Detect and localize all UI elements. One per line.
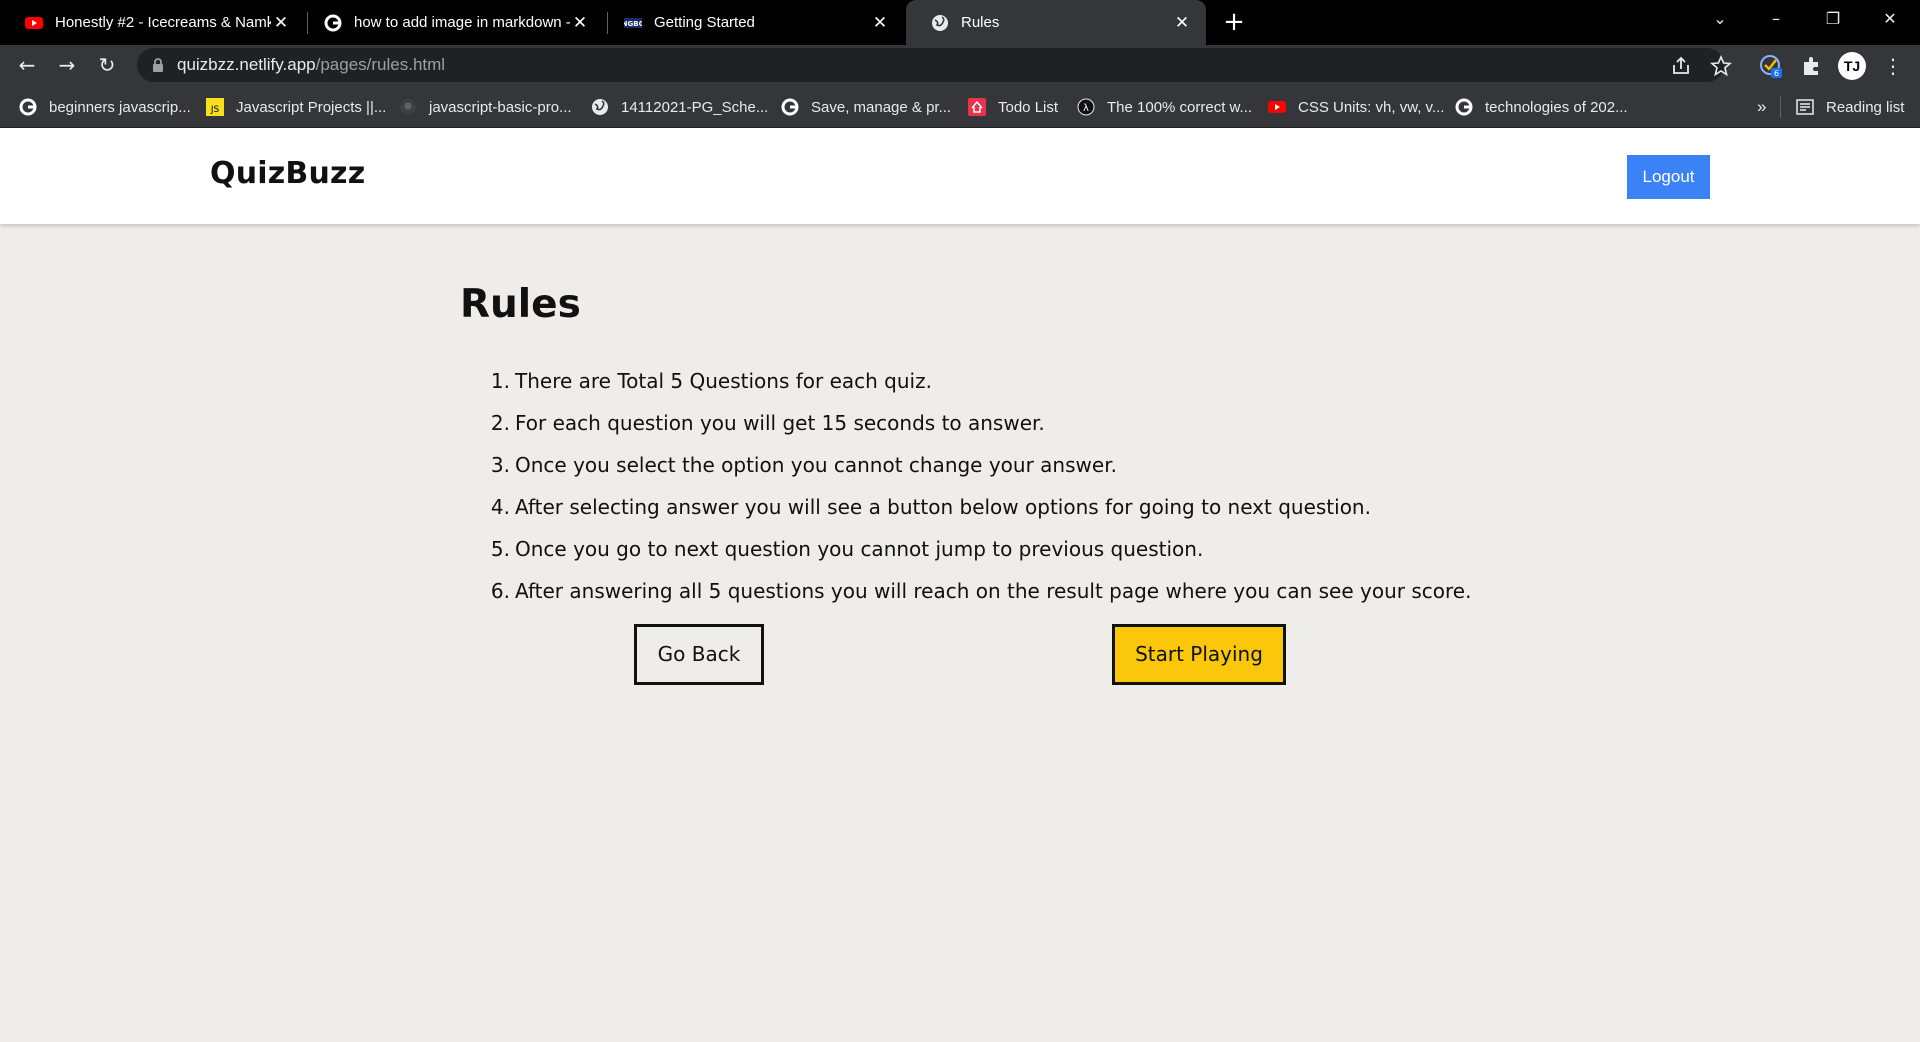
tab-title: Getting Started bbox=[654, 14, 755, 31]
bookmarks-overflow-button[interactable]: » bbox=[1757, 86, 1766, 128]
address-bar[interactable]: quizbzz.netlify.app/pages/rules.html bbox=[137, 48, 1732, 82]
kebab-menu-icon[interactable]: ⋮ bbox=[1880, 51, 1906, 81]
google-icon bbox=[19, 98, 37, 116]
list-item: 3. Once you select the option you cannot … bbox=[485, 444, 1471, 486]
bookmark-label: javascript-basic-pro... bbox=[429, 98, 572, 116]
bookmark-item[interactable]: CSS Units: vh, vw, v... bbox=[1268, 86, 1444, 128]
rule-number: 2. bbox=[490, 411, 510, 435]
reading-list-icon bbox=[1796, 99, 1814, 115]
back-button[interactable]: ← bbox=[12, 50, 42, 80]
tab-rules[interactable]: Rules ✕ bbox=[906, 0, 1206, 45]
url-text: quizbzz.netlify.app/pages/rules.html bbox=[177, 48, 445, 82]
bookmark-item[interactable]: Save, manage & pr... bbox=[781, 86, 951, 128]
bookmark-item[interactable]: beginners javascrip... bbox=[19, 86, 191, 128]
bookmark-item[interactable]: JS Javascript Projects ||... bbox=[206, 86, 386, 128]
tab-getting-started[interactable]: NGBG Getting Started ✕ bbox=[599, 0, 904, 45]
new-tab-button[interactable]: + bbox=[1218, 6, 1250, 38]
bookmark-label: technologies of 202... bbox=[1485, 98, 1628, 116]
rule-number: 4. bbox=[490, 495, 510, 519]
tab-youtube[interactable]: Honestly #2 - Icecreams & Namk ✕ bbox=[0, 0, 305, 45]
site-header: QuizBuzz Logout bbox=[0, 128, 1920, 224]
browser-toolbar: ← → ↻ quizbzz.netlify.app/pages/rules.ht… bbox=[0, 45, 1920, 86]
google-icon bbox=[1455, 98, 1473, 116]
rule-text: There are Total 5 Questions for each qui… bbox=[515, 369, 932, 393]
rule-number: 5. bbox=[490, 537, 510, 561]
tab-google-search[interactable]: how to add image in markdown - ✕ bbox=[299, 0, 604, 45]
bookmark-item[interactable]: 14112021-PG_Sche... bbox=[591, 86, 768, 128]
restore-button[interactable]: ❐ bbox=[1813, 0, 1853, 40]
globe-icon bbox=[592, 99, 608, 115]
rule-number: 1. bbox=[490, 369, 510, 393]
close-icon[interactable]: ✕ bbox=[1172, 13, 1192, 33]
minimize-button[interactable]: – bbox=[1756, 0, 1796, 40]
rule-text: After selecting answer you will see a bu… bbox=[515, 495, 1371, 519]
list-item: 5. Once you go to next question you canno… bbox=[485, 528, 1471, 570]
page-title: Rules bbox=[460, 282, 581, 327]
svg-text:JS: JS bbox=[210, 105, 220, 115]
rules-list: 1. There are Total 5 Questions for each q… bbox=[485, 360, 1472, 612]
reload-button[interactable]: ↻ bbox=[92, 50, 122, 80]
tab-search-icon[interactable]: ⌄ bbox=[1700, 0, 1740, 40]
rule-text: Once you go to next question you cannot … bbox=[515, 537, 1204, 561]
bookmark-label: CSS Units: vh, vw, v... bbox=[1298, 98, 1445, 116]
rule-number: 6. bbox=[490, 579, 510, 603]
extension-badge: 6 bbox=[1774, 69, 1779, 78]
google-icon bbox=[324, 14, 342, 31]
brand-logo[interactable]: QuizBuzz bbox=[210, 156, 365, 191]
ngbg-icon: NGBG bbox=[624, 17, 642, 28]
svg-text:NGBG: NGBG bbox=[624, 20, 642, 28]
bookmark-label: The 100% correct w... bbox=[1107, 98, 1253, 116]
close-window-button[interactable]: ✕ bbox=[1870, 0, 1910, 40]
go-back-button[interactable]: Go Back bbox=[634, 624, 764, 685]
bookmark-star-icon[interactable] bbox=[1710, 55, 1732, 77]
url-path: /pages/rules.html bbox=[315, 55, 446, 74]
share-icon[interactable] bbox=[1670, 55, 1692, 77]
logout-button[interactable]: Logout bbox=[1627, 155, 1710, 199]
bookmark-item[interactable]: Todo List bbox=[968, 86, 1058, 128]
tab-title: Honestly #2 - Icecreams & Namk bbox=[55, 14, 271, 31]
list-item: 1. There are Total 5 Questions for each q… bbox=[485, 360, 1471, 402]
close-icon[interactable]: ✕ bbox=[870, 13, 890, 33]
rule-text: Once you select the option you cannot ch… bbox=[515, 453, 1117, 477]
lock-icon bbox=[153, 58, 163, 72]
todo-icon bbox=[968, 98, 986, 116]
tab-title: how to add image in markdown - bbox=[354, 14, 570, 31]
url-host: quizbzz.netlify.app bbox=[177, 55, 316, 74]
bookmarks-divider bbox=[1780, 96, 1781, 118]
forward-button[interactable]: → bbox=[52, 50, 82, 80]
js-icon: JS bbox=[206, 98, 224, 116]
bookmark-label: Save, manage & pr... bbox=[811, 98, 952, 116]
rule-number: 3. bbox=[490, 453, 510, 477]
youtube-icon bbox=[25, 16, 43, 29]
bookmark-item[interactable]: technologies of 202... bbox=[1455, 86, 1628, 128]
list-item: 6. After answering all 5 questions you wi… bbox=[485, 570, 1472, 612]
task-extension-icon[interactable]: 6 bbox=[1759, 54, 1783, 78]
bookmark-label: Javascript Projects ||... bbox=[236, 98, 387, 116]
bookmark-item[interactable]: λ The 100% correct w... bbox=[1077, 86, 1252, 128]
lambda-icon: λ bbox=[1077, 98, 1095, 116]
bookmark-label: Todo List bbox=[998, 98, 1059, 116]
list-item: 4. After selecting answer you will see a … bbox=[485, 486, 1471, 528]
close-icon[interactable]: ✕ bbox=[570, 13, 590, 33]
bookmark-label: beginners javascrip... bbox=[49, 98, 191, 116]
google-icon bbox=[781, 98, 799, 116]
globe-icon bbox=[932, 14, 948, 31]
bookmark-label: 14112021-PG_Sche... bbox=[621, 98, 769, 116]
tab-title: Rules bbox=[961, 14, 1000, 31]
start-playing-button[interactable]: Start Playing bbox=[1112, 624, 1286, 685]
list-item: 2. For each question you will get 15 seco… bbox=[485, 402, 1471, 444]
bookmarks-bar: beginners javascrip... JS Javascript Pro… bbox=[0, 86, 1920, 128]
rule-text: For each question you will get 15 second… bbox=[515, 411, 1045, 435]
github-icon bbox=[400, 99, 416, 115]
puzzle-extensions-icon[interactable] bbox=[1800, 54, 1824, 78]
youtube-icon bbox=[1268, 101, 1286, 113]
browser-tab-strip: Honestly #2 - Icecreams & Namk ✕ how to … bbox=[0, 0, 1920, 45]
reading-list-label: Reading list bbox=[1826, 98, 1905, 116]
bookmark-item[interactable]: javascript-basic-pro... bbox=[399, 86, 572, 128]
rule-text: After answering all 5 questions you will… bbox=[515, 579, 1472, 603]
close-icon[interactable]: ✕ bbox=[271, 13, 291, 33]
profile-avatar[interactable]: TJ bbox=[1838, 52, 1866, 80]
svg-text:λ: λ bbox=[1083, 103, 1089, 114]
reading-list-button[interactable]: Reading list bbox=[1796, 86, 1904, 128]
